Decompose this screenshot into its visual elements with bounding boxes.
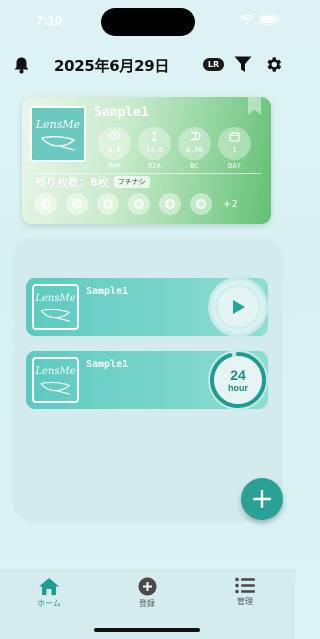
home-indicator (94, 628, 200, 632)
eye-icon (109, 131, 120, 140)
spec-day-label: DAY (228, 162, 241, 170)
wear-timer[interactable]: 24 hour (208, 350, 268, 410)
bookmark-icon (248, 97, 261, 115)
spec-bc: 8.60 BC (178, 127, 211, 170)
lens-name: Sample1 (94, 105, 149, 120)
bell-icon[interactable] (13, 56, 30, 78)
spec-bc-value: 8.60 (186, 146, 203, 154)
spec-dia: 14.0 DIA (138, 127, 171, 170)
lens-dot (97, 193, 119, 215)
lens-dot (66, 193, 88, 215)
lens-swoosh-icon (40, 136, 76, 151)
status-icons (240, 14, 281, 25)
more-count: +2 (223, 198, 238, 210)
add-circle-icon (138, 577, 156, 596)
lens-dot (190, 193, 212, 215)
filter-icon[interactable] (234, 56, 252, 77)
spec-list: 0.0 PWR 14.0 DIA 8.60 BC 1 DAY (98, 127, 251, 170)
tab-register[interactable]: 登録 (112, 577, 182, 609)
battery-icon (259, 14, 280, 25)
lens-swoosh-icon (40, 308, 71, 322)
lens-tag: フチナシ (113, 176, 150, 188)
lens-item-name: Sample1 (86, 286, 129, 297)
lr-badge[interactable]: LR (203, 58, 224, 71)
current-lens-card[interactable]: LensMe Sample1 0.0 PWR 14.0 DIA 8.60 BC (22, 97, 271, 224)
logo-text: LensMe (35, 293, 76, 304)
lens-item-name: Sample1 (86, 359, 129, 370)
spec-pwr-value: 0.0 (108, 146, 121, 154)
logo-text: LensMe (35, 366, 76, 377)
list-icon (235, 577, 255, 594)
date-title: 2025年6月29日 (54, 57, 170, 75)
home-icon (39, 578, 59, 595)
remaining-row: 残り枚数：8枚 フチナシ (35, 174, 150, 190)
add-lens-button[interactable] (241, 478, 283, 520)
gear-icon[interactable] (264, 55, 283, 78)
calendar-icon (229, 131, 240, 142)
tab-register-label: 登録 (139, 599, 155, 608)
tab-home[interactable]: ホーム (14, 577, 84, 609)
spec-dia-value: 14.0 (146, 146, 163, 154)
status-time: 7:10 (36, 13, 63, 28)
dynamic-island (101, 8, 195, 36)
timer-value: 24 (230, 367, 246, 383)
lens-swoosh-icon (40, 381, 71, 395)
lens-dot (35, 193, 57, 215)
plus-icon (253, 490, 271, 508)
tab-manage-label: 管理 (237, 597, 253, 606)
lens-logo: LensMe (30, 106, 86, 162)
remaining-lens-dots: +2 (35, 193, 238, 215)
header: 2025年6月29日 LR (0, 50, 295, 80)
status-bar: 7:10 (0, 0, 295, 44)
spec-pwr-label: PWR (108, 162, 121, 170)
remaining-count: 残り枚数：8枚 (35, 176, 109, 189)
spec-day-value: 1 (232, 146, 237, 154)
spec-pwr: 0.0 PWR (98, 127, 131, 170)
spec-bc-label: BC (190, 162, 199, 170)
start-wear-button[interactable] (208, 277, 268, 337)
wifi-icon (240, 14, 254, 24)
play-icon (233, 300, 245, 314)
tab-manage[interactable]: 管理 (210, 577, 280, 607)
tab-home-label: ホーム (37, 599, 61, 608)
diameter-icon (152, 131, 157, 142)
curve-icon (190, 131, 201, 141)
lens-logo: LensMe (32, 284, 79, 330)
lens-dot (128, 193, 150, 215)
lens-logo: LensMe (32, 357, 79, 403)
timer-unit: hour (228, 383, 248, 393)
lens-dot (159, 193, 181, 215)
spec-day: 1 DAY (218, 127, 251, 170)
logo-text: LensMe (35, 118, 81, 131)
spec-dia-label: DIA (148, 162, 161, 170)
